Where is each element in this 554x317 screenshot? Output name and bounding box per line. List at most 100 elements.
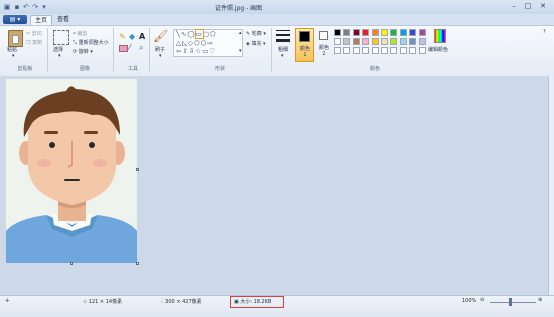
- eraser-icon[interactable]: [119, 45, 128, 52]
- rounded-rect-shape-icon[interactable]: ▢: [203, 30, 210, 38]
- size-lines-icon[interactable]: [276, 29, 290, 45]
- shapes-more-icon[interactable]: ▾: [239, 48, 242, 54]
- palette-swatch[interactable]: [399, 29, 407, 36]
- oval-shape-icon[interactable]: ◯: [187, 30, 195, 38]
- color1-button[interactable]: 颜色 1: [295, 28, 314, 62]
- shapes-scroll-up-icon[interactable]: ▴: [239, 30, 242, 36]
- size-dropdown-icon[interactable]: ▾: [281, 53, 284, 59]
- palette-swatch[interactable]: [381, 47, 388, 54]
- file-menu-button[interactable]: ▤ ▾: [3, 15, 27, 24]
- tab-view[interactable]: 查看: [54, 15, 72, 25]
- fill-bucket-icon[interactable]: ◆: [129, 32, 135, 41]
- text-icon[interactable]: A: [139, 32, 145, 41]
- palette-swatch[interactable]: [381, 29, 388, 36]
- quick-access-dropdown-icon[interactable]: ▾: [40, 3, 48, 11]
- rectangle-shape-icon[interactable]: ▭: [194, 29, 204, 39]
- palette-swatch[interactable]: [343, 47, 351, 54]
- palette-swatch[interactable]: [371, 38, 379, 45]
- color1-swatch: [299, 31, 310, 42]
- palette-swatch[interactable]: [352, 47, 360, 54]
- color2-button[interactable]: 颜色 2: [316, 28, 333, 62]
- palette-swatch[interactable]: [334, 29, 341, 36]
- palette-swatch[interactable]: [418, 38, 426, 45]
- resize-button[interactable]: ⤡ 重新调整大小: [73, 39, 109, 46]
- help-icon[interactable]: ?: [543, 29, 546, 35]
- color-picker-icon[interactable]: ⁄: [129, 43, 130, 52]
- paste-icon[interactable]: [8, 30, 23, 47]
- magnifier-icon[interactable]: ⌕: [139, 43, 143, 53]
- edit-colors-button[interactable]: 编辑颜色: [428, 46, 448, 53]
- color2-swatch: [319, 31, 328, 40]
- undo-icon[interactable]: ↶: [22, 3, 30, 11]
- zoom-out-icon[interactable]: ⊖: [480, 297, 484, 303]
- zoom-slider[interactable]: [490, 302, 536, 303]
- outline-button[interactable]: ✎ 轮廓 ▾: [246, 30, 266, 37]
- palette-swatch[interactable]: [399, 47, 407, 54]
- vertical-scrollbar[interactable]: [548, 76, 554, 295]
- fill-button[interactable]: ◈ 填充 ▾: [246, 40, 266, 47]
- brushes-dropdown-icon[interactable]: ▾: [159, 53, 162, 59]
- edit-colors-icon[interactable]: [434, 29, 446, 43]
- palette-swatch[interactable]: [390, 29, 398, 36]
- select-button[interactable]: 选择: [53, 46, 63, 53]
- title-bar: [0, 0, 554, 15]
- polygon-shape-icon[interactable]: ⬠: [210, 30, 217, 38]
- canvas-resize-handle-right[interactable]: [136, 168, 139, 171]
- palette-swatch[interactable]: [381, 38, 388, 45]
- palette-swatch[interactable]: [409, 47, 417, 54]
- select-dropdown-icon[interactable]: ▾: [58, 53, 61, 59]
- palette-swatch[interactable]: [399, 38, 407, 45]
- arrow-right-shape-icon[interactable]: ⇨: [207, 39, 213, 47]
- palette-swatch[interactable]: [352, 29, 360, 36]
- maximize-button[interactable]: □: [522, 2, 534, 11]
- minimize-button[interactable]: –: [508, 2, 520, 11]
- save-icon[interactable]: ▪: [13, 3, 21, 11]
- redo-icon[interactable]: ↷: [31, 3, 39, 11]
- crop-button[interactable]: ⌗ 裁剪: [73, 30, 87, 37]
- palette-swatch[interactable]: [409, 38, 417, 45]
- palette-swatch[interactable]: [409, 29, 417, 36]
- brush-icon[interactable]: 🖌: [153, 29, 168, 44]
- palette-swatch[interactable]: [390, 47, 398, 54]
- paste-button[interactable]: 粘贴: [7, 46, 17, 53]
- paste-dropdown-icon[interactable]: ▾: [12, 53, 15, 59]
- crop-icon: ⌗: [73, 31, 76, 37]
- rotate-button[interactable]: ⟳ 旋转 ▾: [73, 48, 93, 55]
- copy-button[interactable]: ❐ 复制: [26, 39, 42, 46]
- select-icon[interactable]: [53, 30, 69, 45]
- palette-swatch[interactable]: [418, 47, 426, 54]
- pentagon-shape-icon[interactable]: ⬠: [194, 39, 201, 47]
- palette-swatch[interactable]: [352, 38, 360, 45]
- palette-swatch[interactable]: [343, 38, 351, 45]
- cursor-crosshair-icon: ✛: [5, 298, 10, 304]
- zoom-slider-thumb[interactable]: [509, 298, 512, 306]
- shapes-gallery[interactable]: ╲∿◯▭▢⬠ △◺◇⬠⬡⇨ ⇦⇧⇩☆▭♡: [173, 29, 243, 57]
- ribbon-separator: [149, 28, 150, 72]
- cut-button[interactable]: ✂ 剪切: [26, 30, 42, 37]
- ribbon-separator: [113, 28, 114, 72]
- palette-swatch[interactable]: [362, 38, 370, 45]
- color-palette[interactable]: [334, 29, 430, 57]
- brushes-button[interactable]: 刷子: [155, 46, 165, 53]
- outline-icon: ✎: [246, 31, 251, 37]
- palette-swatch[interactable]: [362, 29, 370, 36]
- canvas-resize-handle-corner[interactable]: [136, 262, 139, 265]
- drawing-canvas[interactable]: [6, 79, 137, 263]
- pencil-icon[interactable]: ✎: [119, 32, 126, 41]
- shapes-group-label: 形状: [214, 66, 225, 72]
- palette-swatch[interactable]: [418, 29, 426, 36]
- palette-swatch[interactable]: [334, 47, 341, 54]
- ribbon-separator: [271, 28, 272, 72]
- heart-shape-icon[interactable]: ♡: [209, 47, 216, 55]
- palette-swatch[interactable]: [371, 47, 379, 54]
- palette-swatch[interactable]: [343, 29, 351, 36]
- size-button[interactable]: 粗细: [278, 46, 288, 53]
- palette-swatch[interactable]: [390, 38, 398, 45]
- paint-app-icon[interactable]: ▣: [3, 3, 11, 11]
- zoom-in-icon[interactable]: ⊕: [538, 297, 542, 303]
- close-button[interactable]: ✕: [537, 2, 549, 11]
- palette-swatch[interactable]: [362, 47, 370, 54]
- palette-swatch[interactable]: [371, 29, 379, 36]
- canvas-resize-handle-bottom[interactable]: [70, 262, 73, 265]
- palette-swatch[interactable]: [334, 38, 341, 45]
